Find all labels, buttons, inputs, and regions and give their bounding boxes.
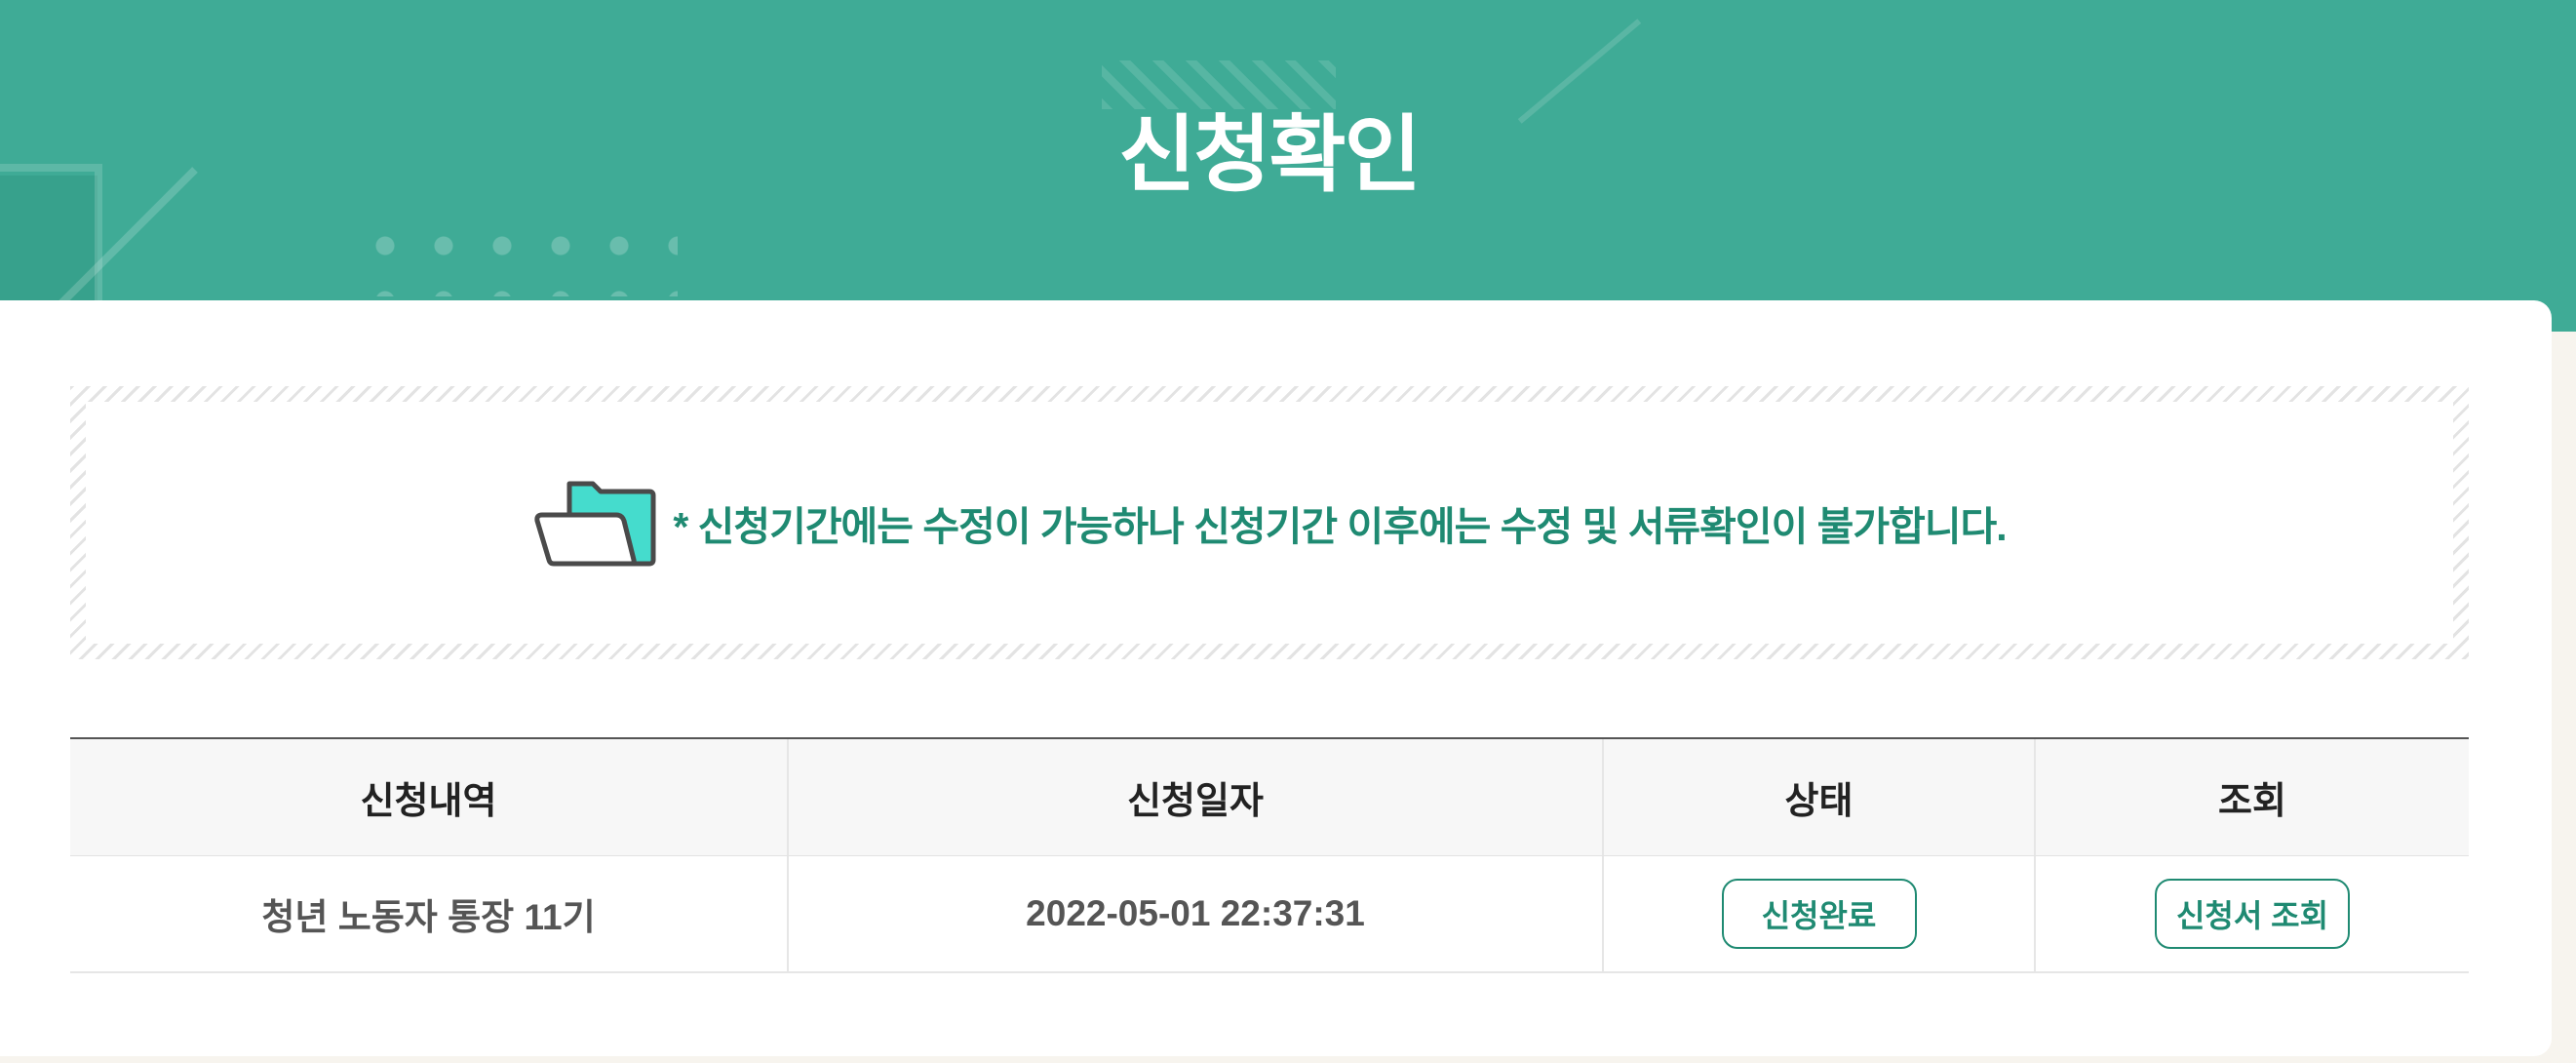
cell-application-date: 2022-05-01 22:37:31 (789, 856, 1604, 971)
page-title: 신청확인 (1118, 108, 1421, 202)
column-header: 조회 (2218, 781, 2286, 822)
notice-text: * 신청기간에는 수정이 가능하나 신청기간 이후에는 수정 및 서류확인이 불… (673, 504, 2007, 549)
application-date: 2022-05-01 22:37:31 (1026, 893, 1365, 933)
table-header-row: 신청내역 신청일자 상태 조회 (70, 739, 2469, 856)
decorative-dots (356, 218, 678, 296)
notice-box: * 신청기간에는 수정이 가능하나 신청기간 이후에는 수정 및 서류확인이 불… (70, 386, 2469, 659)
cell-status: 신청완료 (1604, 856, 2036, 971)
column-header: 신청내역 (360, 781, 497, 822)
header-cell-application: 신청내역 (70, 739, 789, 855)
folder-open-icon (534, 481, 656, 567)
application-table: 신청내역 신청일자 상태 조회 청년 노동자 통장 11기 2022-05-01… (70, 737, 2469, 973)
table-row: 청년 노동자 통장 11기 2022-05-01 22:37:31 신청완료 신… (70, 856, 2469, 973)
column-header: 상태 (1784, 781, 1854, 822)
application-name: 청년 노동자 통장 11기 (261, 897, 596, 937)
header-cell-view: 조회 (2036, 739, 2469, 855)
content-card: * 신청기간에는 수정이 가능하나 신청기간 이후에는 수정 및 서류확인이 불… (0, 300, 2552, 1056)
page-header-banner: 신청확인 (0, 0, 2576, 332)
view-application-button[interactable]: 신청서 조회 (2155, 879, 2350, 949)
header-cell-date: 신청일자 (789, 739, 1604, 855)
status-button[interactable]: 신청완료 (1721, 879, 1917, 949)
cell-view: 신청서 조회 (2036, 856, 2469, 971)
cell-application-name: 청년 노동자 통장 11기 (70, 856, 789, 971)
column-header: 신청일자 (1127, 781, 1264, 822)
header-cell-status: 상태 (1604, 739, 2036, 855)
notice-inner: * 신청기간에는 수정이 가능하나 신청기간 이후에는 수정 및 서류확인이 불… (86, 402, 2453, 644)
